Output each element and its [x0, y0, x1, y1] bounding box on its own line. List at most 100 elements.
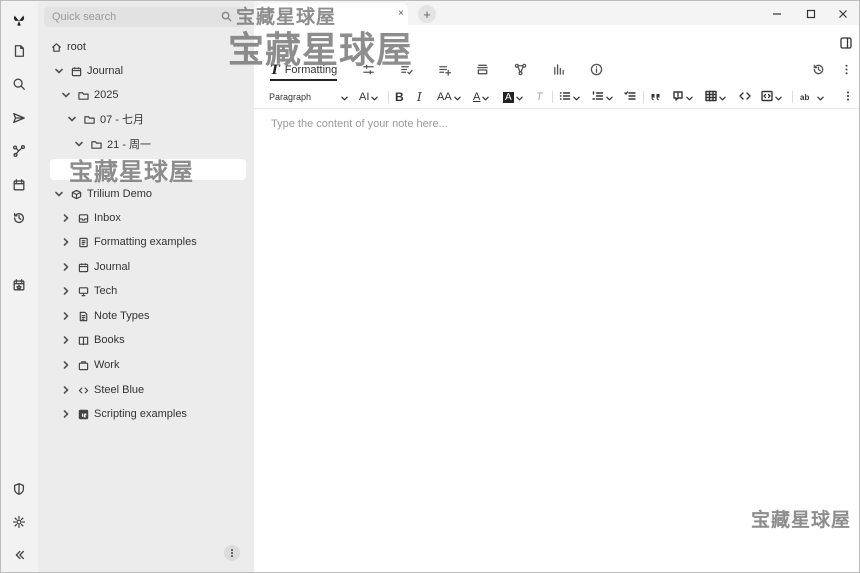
quote-icon — [650, 89, 662, 105]
heading-select[interactable]: Paragraph — [269, 88, 349, 106]
code-icon — [739, 90, 751, 105]
shield-icon[interactable] — [8, 478, 30, 500]
chevron-right-icon[interactable] — [61, 237, 71, 247]
tree-node-label: root — [67, 41, 86, 53]
tab-close-button[interactable]: × — [398, 8, 404, 19]
note-revisions-button[interactable] — [812, 61, 825, 81]
remove-format-button[interactable]: T — [536, 88, 543, 106]
settings-gear-icon[interactable] — [8, 511, 30, 533]
chevron-down-icon[interactable] — [61, 90, 71, 100]
note-content-placeholder[interactable]: Type the content of your note here... — [271, 118, 448, 130]
tree-node-trilium-demo[interactable]: Trilium Demo — [54, 185, 152, 203]
file-text-icon — [77, 310, 89, 322]
ribbon-tab-similar-notes[interactable] — [552, 61, 565, 81]
chevron-right-icon[interactable] — [61, 286, 71, 296]
maximize-button[interactable] — [802, 5, 820, 23]
highlight-dropdown[interactable]: A — [503, 88, 524, 106]
chevron-down-icon[interactable] — [74, 139, 84, 149]
chevron-down-icon[interactable] — [54, 189, 64, 199]
spellcheck-dropdown[interactable]: ab — [800, 88, 825, 106]
chevron-right-icon[interactable] — [61, 360, 71, 370]
tree-menu-button[interactable] — [224, 545, 240, 561]
tree-node-root[interactable]: root — [50, 38, 86, 56]
minimize-button[interactable] — [768, 5, 786, 23]
collapse-sidebar-icon[interactable] — [8, 544, 30, 566]
tree-node-formatting-examples[interactable]: Formatting examples — [61, 233, 197, 251]
note-map-icon[interactable] — [8, 140, 30, 162]
bookmark-calendar-icon[interactable] — [8, 274, 30, 296]
tree-node-scripting-examples[interactable]: Scripting examples — [61, 405, 187, 423]
tree-node-label: Trilium Demo — [87, 188, 152, 200]
tree-node-work[interactable]: Work — [61, 356, 119, 374]
more-vertical-icon — [840, 63, 853, 79]
font-color-label: A — [473, 91, 481, 103]
tree-node-july[interactable]: 07 - 七月 — [67, 110, 144, 128]
tree-node-journal-demo[interactable]: Journal — [61, 258, 130, 276]
script-icon — [77, 408, 89, 420]
note-actions-menu[interactable] — [840, 61, 853, 81]
ribbon-tab-collapsible[interactable] — [476, 61, 489, 81]
tree-node-tech[interactable]: Tech — [61, 282, 117, 300]
package-icon — [70, 188, 82, 200]
tree-node-label: Work — [94, 359, 120, 371]
numbered-list-icon — [592, 90, 604, 105]
trilium-logo-icon[interactable] — [8, 9, 30, 31]
bulleted-list-dropdown[interactable] — [559, 88, 581, 106]
folder-icon — [77, 89, 89, 101]
insert-table-dropdown[interactable] — [705, 88, 727, 106]
tree-node-steel-blue[interactable]: Steel Blue — [61, 381, 144, 399]
chevron-right-icon[interactable] — [61, 262, 71, 272]
tree-node-books[interactable]: Books — [61, 331, 125, 349]
heading-select-value: Paragraph — [269, 92, 312, 102]
font-color-dropdown[interactable]: A — [473, 88, 490, 106]
chevron-right-icon[interactable] — [61, 409, 71, 419]
code-block-dropdown[interactable] — [761, 88, 783, 106]
tree-node-journal[interactable]: Journal — [54, 62, 123, 80]
numbered-list-dropdown[interactable] — [592, 88, 614, 106]
ribbon-tab-note-map[interactable] — [514, 61, 527, 81]
toolbar-more-button[interactable] — [842, 88, 854, 106]
chevron-down-icon — [606, 93, 614, 101]
chevron-down-icon — [453, 93, 462, 101]
chevron-down-icon — [371, 93, 379, 101]
quick-search-input[interactable] — [44, 7, 214, 27]
ribbon-tab-note-list[interactable] — [438, 61, 452, 81]
chevron-down-icon[interactable] — [67, 114, 77, 124]
toggle-right-pane-icon[interactable] — [840, 37, 854, 51]
tree-node-day-21[interactable]: 21 - 周一 — [74, 135, 151, 153]
ribbon-tab-note-info[interactable] — [590, 61, 603, 81]
blockquote-button[interactable] — [650, 88, 662, 106]
tree-node-label: Tech — [94, 285, 118, 297]
folder-icon — [90, 138, 102, 150]
history-icon[interactable] — [8, 207, 30, 229]
chevron-right-icon[interactable] — [61, 213, 71, 223]
chevron-down-icon[interactable] — [54, 66, 64, 76]
tree-node-note-types[interactable]: Note Types — [61, 307, 149, 325]
todo-list-button[interactable] — [624, 88, 636, 106]
text-size-dropdown[interactable]: AA — [437, 88, 462, 106]
bold-button[interactable]: B — [395, 88, 404, 106]
new-tab-button[interactable]: + — [418, 5, 436, 23]
note-tree-panel: root Journal 2025 07 - 七月 21 - 周一 — [38, 1, 254, 572]
calendar-icon[interactable] — [8, 174, 30, 196]
highlight-label: A — [503, 91, 514, 103]
chevron-right-icon[interactable] — [61, 385, 71, 395]
font-size-dropdown[interactable]: AI — [359, 88, 379, 106]
tree-node-2025[interactable]: 2025 — [61, 86, 118, 104]
close-window-button[interactable] — [834, 5, 852, 23]
checklist-icon — [624, 90, 636, 105]
more-vertical-icon — [842, 90, 854, 105]
search-icon[interactable] — [8, 73, 30, 95]
inline-code-button[interactable] — [739, 88, 751, 106]
code-icon — [77, 384, 89, 396]
toolbar-divider — [643, 91, 644, 103]
tree-node-inbox[interactable]: Inbox — [61, 209, 121, 227]
italic-button[interactable]: I — [417, 88, 422, 106]
new-note-icon[interactable] — [8, 40, 30, 62]
admonition-dropdown[interactable] — [672, 88, 694, 106]
chevron-right-icon[interactable] — [61, 311, 71, 321]
document-icon — [77, 236, 89, 248]
send-icon[interactable] — [8, 107, 30, 129]
chevron-right-icon[interactable] — [61, 335, 71, 345]
toolbar-divider — [792, 91, 793, 103]
